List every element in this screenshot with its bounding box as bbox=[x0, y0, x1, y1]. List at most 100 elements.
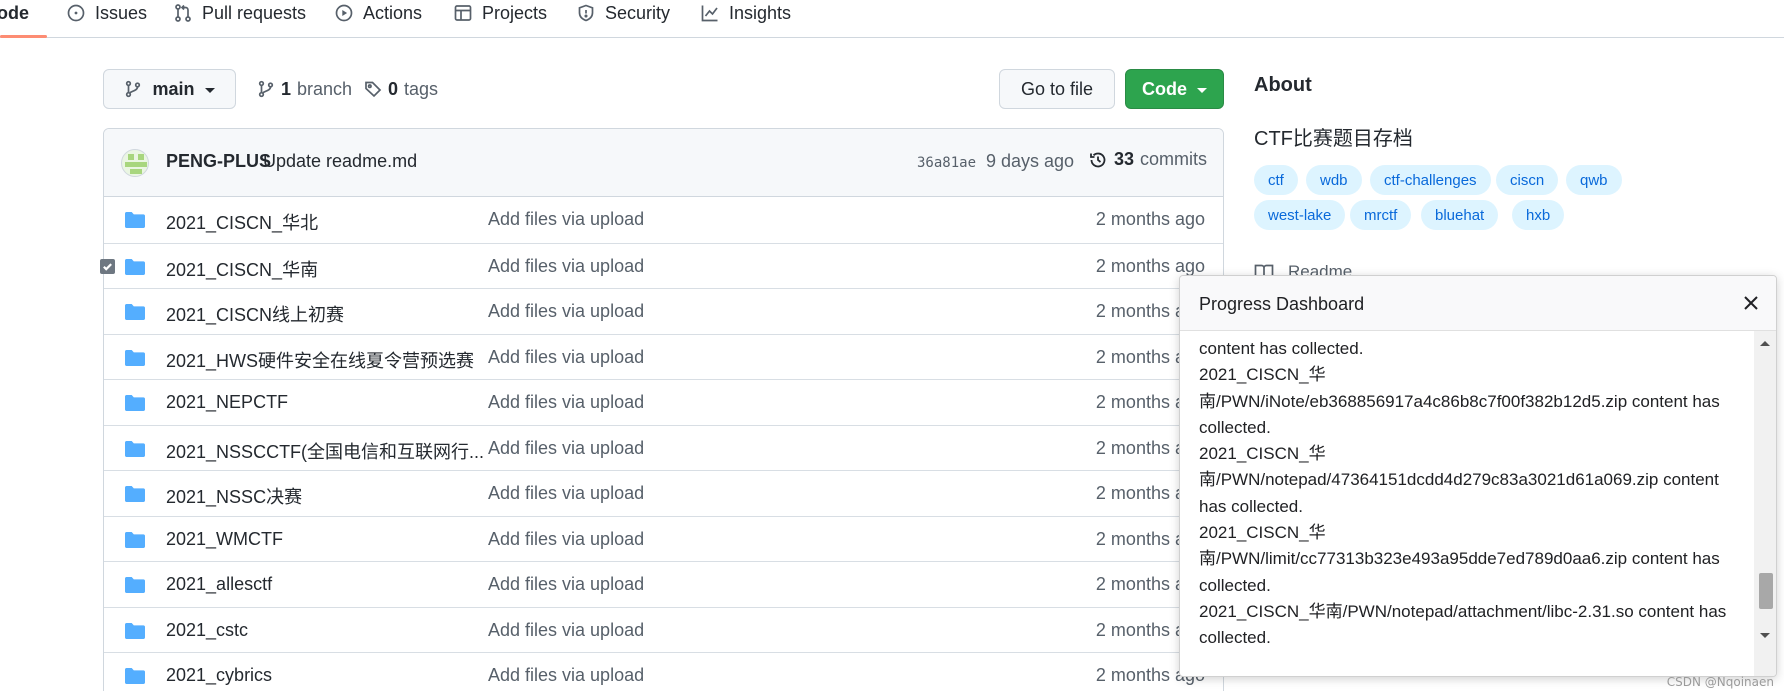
play-icon bbox=[335, 4, 353, 22]
topic-tag[interactable]: qwb bbox=[1566, 165, 1622, 195]
tab-code[interactable]: Code bbox=[0, 0, 29, 32]
branches-link[interactable]: 1 branch bbox=[257, 76, 352, 102]
file-name[interactable]: 2021_allesctf bbox=[166, 574, 272, 595]
table-row[interactable]: 2021_cybrics Add files via upload 2 months… bbox=[104, 652, 1223, 691]
table-row[interactable]: 2021_NSSC决赛 Add files via upload 2 months … bbox=[104, 470, 1223, 516]
page-root: Code Issues Pull requests Actions Projec… bbox=[0, 0, 1784, 691]
file-commit-message[interactable]: Add files via upload bbox=[488, 620, 644, 641]
file-name[interactable]: 2021_WMCTF bbox=[166, 529, 283, 550]
log-line: has collected. bbox=[1199, 496, 1303, 516]
branch-count-label: branch bbox=[297, 78, 353, 99]
branch-select-button[interactable]: main bbox=[103, 69, 236, 109]
table-row[interactable]: 2021_allesctf Add files via upload 2 month… bbox=[104, 561, 1223, 607]
table-row[interactable]: 2021_CISCN_华北 Add files via upload 2 month… bbox=[104, 197, 1223, 243]
log-line: 南/PWN/iNote/eb368856917a4c86b8c7f00f382b… bbox=[1199, 391, 1720, 411]
file-name[interactable]: 2021_CISCN线上初赛 bbox=[166, 301, 344, 327]
chevron-down-icon bbox=[204, 88, 215, 93]
scroll-up-icon[interactable] bbox=[1760, 341, 1770, 346]
folder-icon bbox=[124, 576, 146, 594]
folder-icon bbox=[124, 440, 146, 458]
commit-sha[interactable]: 36a81ae bbox=[917, 155, 976, 171]
file-commit-age: 2 months ago bbox=[1095, 255, 1205, 276]
file-name[interactable]: 2021_cybrics bbox=[166, 665, 272, 686]
close-button[interactable] bbox=[1740, 292, 1762, 314]
topic-tag[interactable]: wdb bbox=[1306, 165, 1362, 195]
file-list: PENG-PLUS Update readme.md 36a81ae 9 day… bbox=[103, 128, 1224, 691]
topic-tag[interactable]: west-lake bbox=[1254, 200, 1346, 230]
tab-issues[interactable]: Issues bbox=[66, 0, 147, 32]
file-commit-message[interactable]: Add files via upload bbox=[488, 483, 644, 504]
file-name[interactable]: 2021_CISCN_华南 bbox=[166, 256, 318, 282]
tab-projects[interactable]: Projects bbox=[453, 0, 547, 32]
folder-icon bbox=[124, 394, 146, 412]
table-row[interactable]: 2021_HWS硬件安全在线夏令营预选赛 Add files via upload… bbox=[104, 333, 1223, 380]
file-name[interactable]: 2021_NEPCTF bbox=[166, 392, 288, 413]
log-line: 2021_CISCN_华 bbox=[1199, 365, 1326, 385]
log-line: content has collected. bbox=[1199, 339, 1364, 358]
log-line: 2021_CISCN_华 bbox=[1199, 523, 1326, 543]
tab-selected-underline bbox=[0, 35, 47, 38]
table-row[interactable]: 2021_CISCN线上初赛 Add files via upload 2 mont… bbox=[104, 288, 1223, 334]
file-commit-message[interactable]: Add files via upload bbox=[488, 392, 644, 413]
file-name[interactable]: 2021_cstc bbox=[166, 620, 248, 641]
file-commit-message[interactable]: Add files via upload bbox=[488, 256, 644, 277]
log-line: collected. bbox=[1199, 628, 1271, 648]
tab-insights-label: Insights bbox=[729, 2, 792, 23]
tab-pull-requests-label: Pull requests bbox=[202, 2, 307, 23]
folder-icon bbox=[124, 258, 146, 276]
topic-tag[interactable]: ciscn bbox=[1496, 165, 1559, 195]
table-row[interactable]: 2021_CISCN_华南 Add files via upload 2 month… bbox=[104, 242, 1223, 289]
topic-tag[interactable]: ctf-challenges bbox=[1370, 165, 1491, 195]
table-row[interactable]: 2021_WMCTF Add files via upload 2 months a… bbox=[104, 515, 1223, 562]
row-select-checkbox[interactable] bbox=[100, 259, 115, 274]
watermark: CSDN @Nqoinaen bbox=[1666, 675, 1774, 689]
folder-icon bbox=[124, 349, 146, 367]
tab-actions-label: Actions bbox=[363, 2, 423, 23]
file-commit-message[interactable]: Add files via upload bbox=[488, 301, 644, 322]
file-commit-message[interactable]: Add files via upload bbox=[488, 529, 644, 550]
tags-link[interactable]: 0 tags bbox=[364, 76, 438, 102]
topic-tag[interactable]: hxb bbox=[1512, 200, 1565, 230]
file-commit-message[interactable]: Add files via upload bbox=[488, 347, 644, 368]
table-row[interactable]: 2021_cstc Add files via upload 2 months ag… bbox=[104, 606, 1223, 653]
file-commit-message[interactable]: Add files via upload bbox=[488, 574, 644, 595]
scroll-thumb[interactable] bbox=[1759, 573, 1773, 609]
dashboard-title: Progress Dashboard bbox=[1199, 294, 1365, 314]
topic-tag[interactable]: mrctf bbox=[1350, 200, 1412, 230]
topic-tag[interactable]: ctf bbox=[1254, 165, 1298, 195]
file-commit-message[interactable]: Add files via upload bbox=[488, 209, 644, 230]
shield-icon bbox=[578, 4, 594, 22]
log-line: 2021_CISCN_华南/PWN/notepad/attachment/lib… bbox=[1199, 601, 1727, 621]
history-icon bbox=[1090, 152, 1106, 167]
commit-count: 33 bbox=[1114, 149, 1135, 169]
file-name[interactable]: 2021_CISCN_华北 bbox=[166, 209, 318, 235]
avatar[interactable] bbox=[121, 149, 149, 177]
file-commit-message[interactable]: Add files via upload bbox=[488, 665, 644, 686]
tab-security[interactable]: Security bbox=[576, 0, 670, 32]
table-row[interactable]: 2021_NSSCCTF(全国电信和互联网行... Add files via u… bbox=[104, 424, 1223, 471]
file-name[interactable]: 2021_NSSC决赛 bbox=[166, 483, 302, 509]
tab-issues-label: Issues bbox=[95, 2, 148, 23]
topic-tag[interactable]: bluehat bbox=[1421, 200, 1499, 230]
table-row[interactable]: 2021_NEPCTF Add files via upload 2 months … bbox=[104, 379, 1223, 425]
file-name[interactable]: 2021_HWS硬件安全在线夏令营预选赛 bbox=[166, 347, 474, 373]
scroll-down-icon[interactable] bbox=[1760, 633, 1770, 638]
issue-icon bbox=[67, 4, 85, 22]
tab-insights[interactable]: Insights bbox=[700, 0, 791, 32]
folder-icon bbox=[124, 667, 146, 685]
code-button[interactable]: Code bbox=[1125, 69, 1224, 109]
tab-pull-requests[interactable]: Pull requests bbox=[173, 0, 306, 32]
tab-actions[interactable]: Actions bbox=[334, 0, 422, 32]
folder-icon bbox=[124, 211, 146, 229]
log-line: collected. bbox=[1199, 417, 1271, 437]
file-name[interactable]: 2021_NSSCCTF(全国电信和互联网行... bbox=[166, 438, 484, 464]
commit-author[interactable]: PENG-PLUS bbox=[166, 151, 271, 172]
file-commit-message[interactable]: Add files via upload bbox=[488, 438, 644, 459]
tag-icon bbox=[365, 81, 382, 98]
repo-nav: Code Issues Pull requests Actions Projec… bbox=[0, 0, 1784, 38]
commit-message[interactable]: Update readme.md bbox=[263, 151, 417, 172]
go-to-file-button[interactable]: Go to file bbox=[999, 69, 1115, 109]
dashboard-scrollbar[interactable] bbox=[1754, 331, 1776, 676]
branch-icon bbox=[126, 80, 141, 98]
commits-link[interactable]: 33 commits bbox=[1088, 149, 1207, 170]
